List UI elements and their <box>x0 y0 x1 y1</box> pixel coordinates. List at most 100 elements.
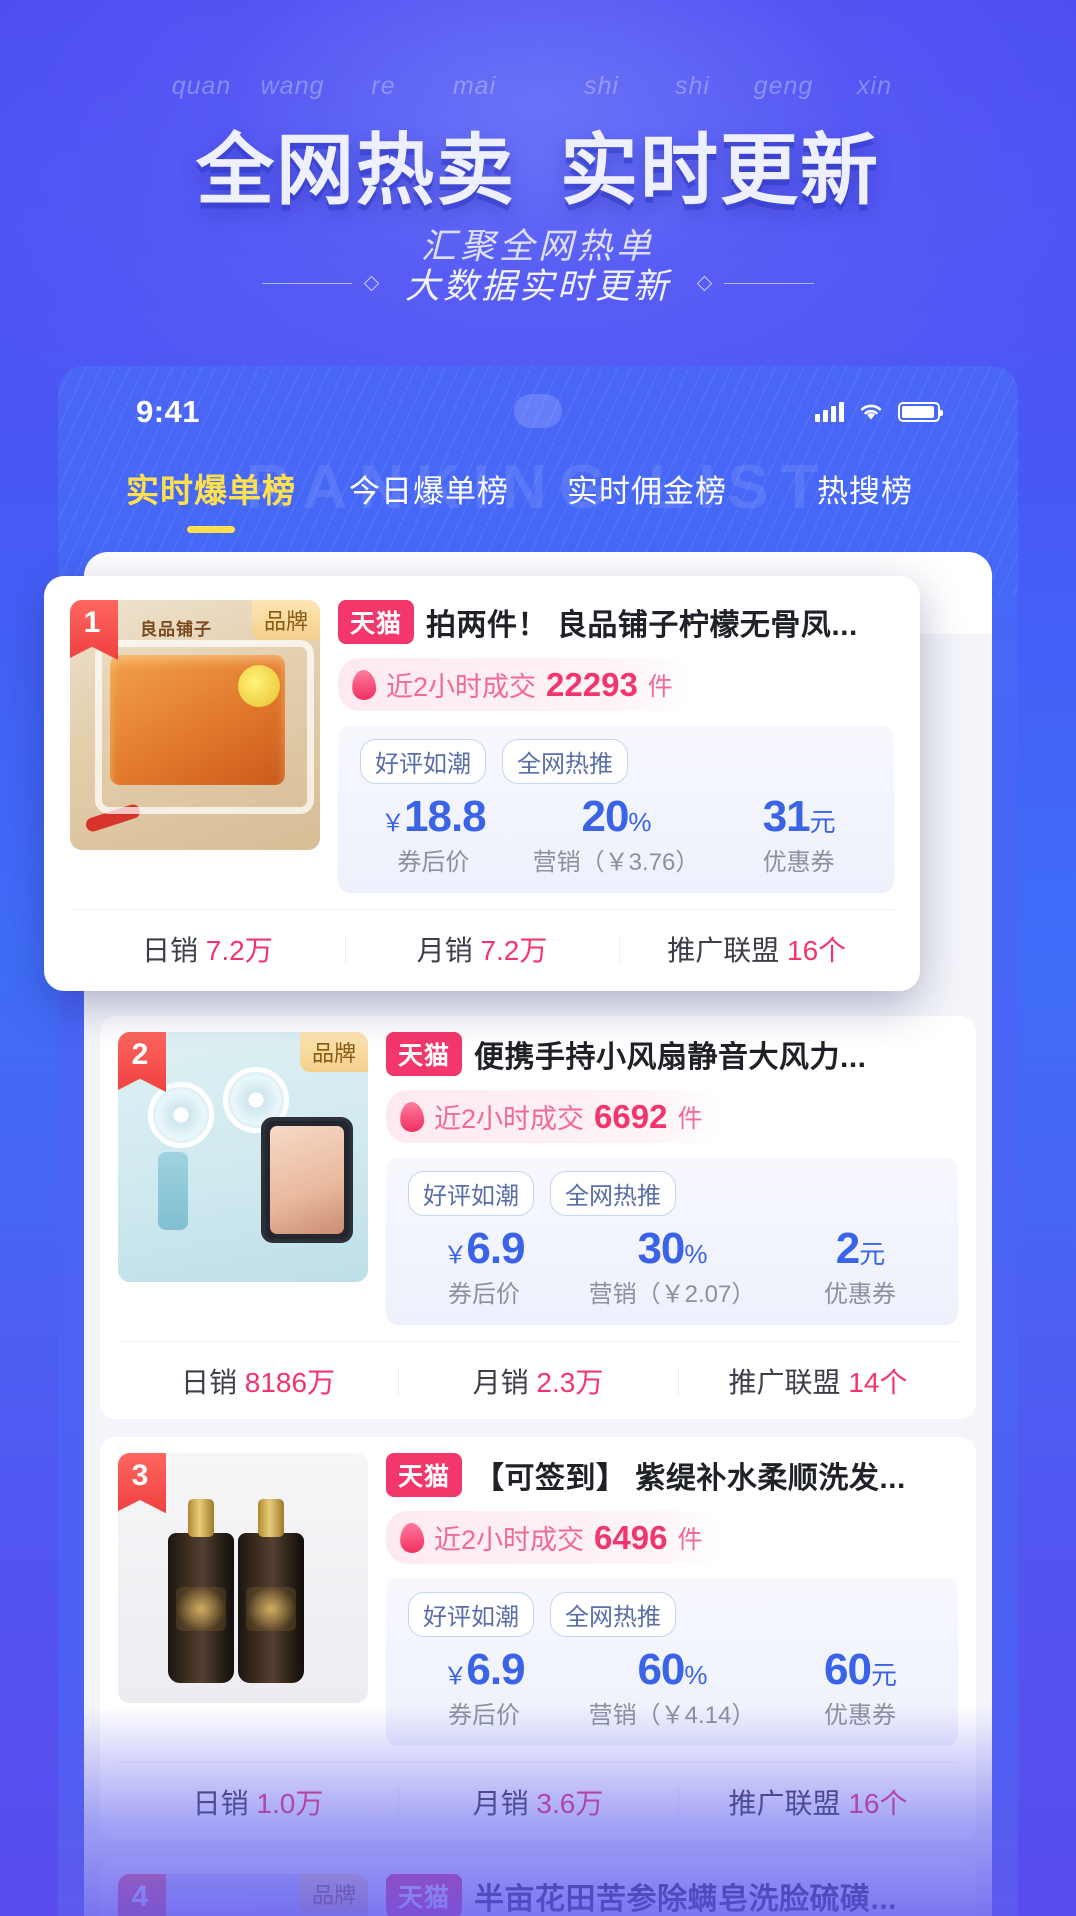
stat-daily-value: 8186万 <box>244 1366 336 1398</box>
product-thumbnail[interactable]: 3 <box>118 1453 368 1704</box>
price-column: ￥6.9 券后价 <box>390 1647 578 1730</box>
coupon-column: 2元 优惠券 <box>766 1225 954 1309</box>
stat-monthly-value: 7.2万 <box>480 934 548 966</box>
coupon-value: 60 <box>824 1645 872 1695</box>
product-thumbnail[interactable]: 2 品牌 <box>118 1032 368 1282</box>
product-thumbnail[interactable]: 良品铺子 1 品牌 <box>70 600 320 850</box>
fan-icon <box>148 1082 214 1148</box>
product-info: 天猫 拍两件！ 良品铺子柠檬无骨凤... 近2小时成交 22293 件 好评如潮… <box>338 600 894 894</box>
subtitle-secondary-row: 大数据实时更新 <box>0 258 1076 309</box>
stat-monthly-value: 3.6万 <box>536 1787 604 1819</box>
wifi-icon <box>860 404 882 420</box>
product-title[interactable]: 拍两件！ 良品铺子柠檬无骨凤... <box>426 600 858 644</box>
signal-icon <box>815 402 844 422</box>
stat-daily: 日销 1.0万 <box>118 1782 398 1822</box>
stat-alliance-label: 推广联盟 <box>667 934 780 966</box>
sales-label: 近2小时成交 <box>434 1104 585 1134</box>
yen-symbol: ￥ <box>381 810 405 837</box>
price-column: ￥18.8 券后价 <box>342 793 525 877</box>
commission-amount: ￥2.07 <box>660 1281 732 1309</box>
product-card[interactable]: 2 品牌 天猫 便携手持小风扇静音大风力... 近2小时成交 6692 件 好评… <box>100 1016 976 1420</box>
product-card-main: 4 品牌 天猫 半亩花田苦参除螨皂洗脸硫磺... 近2小时成交 4426 件 <box>118 1874 958 1916</box>
pill-hot: 全网热推 <box>550 1592 676 1638</box>
status-indicators <box>815 401 943 423</box>
product-pills: 好评如潮 全网热推 <box>390 1592 954 1638</box>
flame-icon <box>350 668 378 701</box>
pill-praise: 好评如潮 <box>360 739 486 784</box>
phone-prop <box>261 1117 353 1243</box>
sales-banner: 近2小时成交 6692 件 <box>386 1090 725 1143</box>
price-columns: ￥18.8 券后价 20% 营销（￥3.76） 31元 优惠券 <box>342 792 890 877</box>
coupon-caption: 优惠券 <box>762 849 835 877</box>
store-logo: 良品铺子 <box>140 620 212 639</box>
sales-banner: 近2小时成交 22293 件 <box>338 658 695 711</box>
stat-daily-label: 日销 <box>141 934 198 966</box>
tab-realtime-commission[interactable]: 实时佣金榜 <box>538 466 756 515</box>
product-title-row: 天猫 拍两件！ 良品铺子柠檬无骨凤... <box>338 600 894 644</box>
discount-price: 6.9 <box>466 1645 525 1695</box>
commission-amount: ￥3.76 <box>604 849 676 877</box>
product-stats-row: 日销 1.0万 月销 3.6万 推广联盟 16个 <box>118 1762 958 1840</box>
sales-label: 近2小时成交 <box>434 1525 585 1556</box>
coupon-caption: 优惠券 <box>824 1702 896 1730</box>
stat-daily-label: 日销 <box>192 1787 249 1819</box>
tab-today-orders[interactable]: 今日爆单榜 <box>320 466 538 515</box>
stat-alliance-label: 推广联盟 <box>728 1787 841 1819</box>
sales-count: 6692 <box>594 1097 668 1135</box>
yuan-symbol: 元 <box>870 1660 897 1691</box>
pill-hot: 全网热推 <box>502 739 628 784</box>
tab-realtime-orders[interactable]: 实时爆单榜 <box>102 464 320 516</box>
featured-product-card[interactable]: 良品铺子 1 品牌 天猫 拍两件！ 良品铺子柠檬无骨凤... 近2小时成交 22… <box>44 576 920 992</box>
sales-unit: 件 <box>647 672 673 701</box>
pill-hot: 全网热推 <box>550 1171 676 1216</box>
sales-count: 6496 <box>594 1518 668 1556</box>
product-title[interactable]: 半亩花田苦参除螨皂洗脸硫磺... <box>474 1874 897 1916</box>
tab-hot-search[interactable]: 热搜榜 <box>756 466 974 515</box>
commission-column: 20% 营销（￥3.76） <box>532 792 700 877</box>
mall-badge: 天猫 <box>338 600 415 644</box>
coupon-column: 31元 优惠券 <box>707 792 890 877</box>
product-info: 天猫 【可签到】 紫缇补水柔顺洗发... 近2小时成交 6496 件 好评如潮 <box>386 1453 958 1747</box>
product-stats-row: 日销 7.2万 月销 7.2万 推广联盟 16个 <box>70 909 894 987</box>
pinyin-shi-2: shi <box>675 72 710 100</box>
pinyin-geng: geng <box>753 72 814 100</box>
stat-daily-value: 7.2万 <box>205 934 273 966</box>
product-title-row: 天猫 便携手持小风扇静音大风力... <box>386 1032 958 1076</box>
rule-left <box>261 283 352 284</box>
battery-icon <box>898 402 943 422</box>
product-title[interactable]: 【可签到】 紫缇补水柔顺洗发... <box>474 1453 906 1497</box>
product-title-row: 天猫 【可签到】 紫缇补水柔顺洗发... <box>386 1453 958 1498</box>
coupon-column: 60元 优惠券 <box>766 1647 954 1730</box>
price-box: 好评如潮 全网热推 ￥18.8 券后价 20% 营销（￥3.76） 31元 优惠… <box>338 725 894 894</box>
sales-unit: 件 <box>677 1104 703 1133</box>
product-card[interactable]: 4 品牌 天猫 半亩花田苦参除螨皂洗脸硫磺... 近2小时成交 4426 件 <box>100 1858 976 1916</box>
product-card[interactable]: 3 天猫 【可签到】 紫缇补水柔顺洗发... 近2小时成交 6496 件 好评如… <box>100 1437 976 1841</box>
product-thumbnail[interactable]: 4 品牌 <box>118 1874 368 1916</box>
title-left: 全网热卖 <box>195 126 516 214</box>
mall-badge: 天猫 <box>386 1032 463 1076</box>
stat-alliance: 推广联盟 16个 <box>619 929 894 969</box>
pinyin-shi-1: shi <box>584 72 619 100</box>
commission-column: 30% 营销（￥2.07） <box>588 1224 756 1309</box>
coupon-value: 31 <box>762 792 811 841</box>
stat-alliance: 推广联盟 16个 <box>678 1782 958 1822</box>
product-title[interactable]: 便携手持小风扇静音大风力... <box>474 1032 867 1076</box>
status-bar: 9:41 <box>58 388 1018 436</box>
product-info: 天猫 半亩花田苦参除螨皂洗脸硫磺... 近2小时成交 4426 件 <box>386 1874 958 1916</box>
product-pills: 好评如潮 全网热推 <box>342 739 890 784</box>
yen-symbol: ￥ <box>443 1663 467 1691</box>
price-column: ￥6.9 券后价 <box>390 1225 578 1309</box>
stat-alliance: 推广联盟 14个 <box>678 1361 958 1401</box>
product-stats-row: 日销 8186万 月销 2.3万 推广联盟 14个 <box>118 1341 958 1419</box>
sales-banner: 近2小时成交 6496 件 <box>386 1511 725 1565</box>
percent-symbol: % <box>628 807 651 837</box>
diamond-left-icon <box>363 275 380 292</box>
stat-alliance-value: 16个 <box>787 934 847 966</box>
sales-unit: 件 <box>677 1525 703 1554</box>
ranking-tabs[interactable]: 实时爆单榜 今日爆单榜 实时佣金榜 热搜榜 <box>58 454 1018 526</box>
rule-right <box>724 283 814 284</box>
pinyin-quan: quan <box>171 72 232 100</box>
stat-monthly-label: 月销 <box>416 934 473 966</box>
price-caption: 券后价 <box>397 849 470 877</box>
title-right: 实时更新 <box>560 126 881 214</box>
